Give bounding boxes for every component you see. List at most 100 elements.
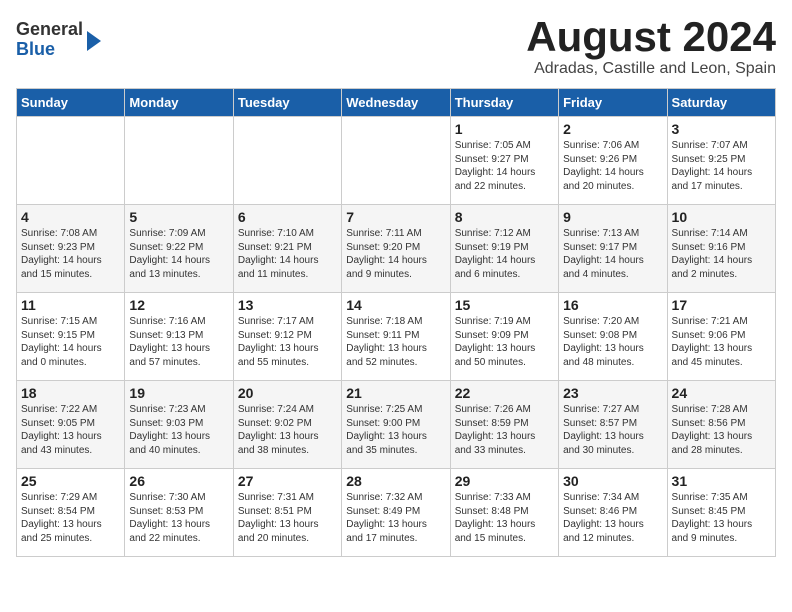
calendar-cell: 11 Sunrise: 7:15 AM Sunset: 9:15 PM Dayli… bbox=[17, 293, 125, 381]
logo-general: General bbox=[16, 20, 83, 40]
calendar-cell: 8 Sunrise: 7:12 AM Sunset: 9:19 PM Daylig… bbox=[450, 205, 558, 293]
calendar-cell: 20 Sunrise: 7:24 AM Sunset: 9:02 PM Dayli… bbox=[233, 381, 341, 469]
calendar-cell: 16 Sunrise: 7:20 AM Sunset: 9:08 PM Dayli… bbox=[559, 293, 667, 381]
day-number: 31 bbox=[672, 473, 771, 489]
calendar-cell: 2Sunrise: 7:06 AM Sunset: 9:26 PM Daylig… bbox=[559, 117, 667, 205]
cell-content: Sunrise: 7:25 AM Sunset: 9:00 PM Dayligh… bbox=[346, 403, 445, 457]
calendar-cell: 4 Sunrise: 7:08 AM Sunset: 9:23 PM Daylig… bbox=[17, 205, 125, 293]
calendar-cell: 1Sunrise: 7:05 AM Sunset: 9:27 PM Daylig… bbox=[450, 117, 558, 205]
calendar-week-3: 11 Sunrise: 7:15 AM Sunset: 9:15 PM Dayli… bbox=[17, 293, 776, 381]
day-number: 6 bbox=[238, 209, 337, 225]
calendar-cell: 15Sunrise: 7:19 AM Sunset: 9:09 PM Dayli… bbox=[450, 293, 558, 381]
cell-content: Sunrise: 7:35 AM Sunset: 8:45 PM Dayligh… bbox=[672, 491, 771, 545]
cell-content: Sunrise: 7:28 AM Sunset: 8:56 PM Dayligh… bbox=[672, 403, 771, 457]
calendar-cell: 30 Sunrise: 7:34 AM Sunset: 8:46 PM Dayli… bbox=[559, 469, 667, 557]
cell-content: Sunrise: 7:11 AM Sunset: 9:20 PM Dayligh… bbox=[346, 227, 445, 281]
day-number: 23 bbox=[563, 385, 662, 401]
logo-arrow-icon bbox=[87, 31, 101, 51]
cell-content: Sunrise: 7:17 AM Sunset: 9:12 PM Dayligh… bbox=[238, 315, 337, 369]
cell-content: Sunrise: 7:16 AM Sunset: 9:13 PM Dayligh… bbox=[129, 315, 228, 369]
day-header-wednesday: Wednesday bbox=[342, 89, 450, 117]
calendar-table: SundayMondayTuesdayWednesdayThursdayFrid… bbox=[16, 88, 776, 557]
calendar-cell bbox=[342, 117, 450, 205]
cell-content: Sunrise: 7:13 AM Sunset: 9:17 PM Dayligh… bbox=[563, 227, 662, 281]
calendar-cell: 6 Sunrise: 7:10 AM Sunset: 9:21 PM Daylig… bbox=[233, 205, 341, 293]
cell-content: Sunrise: 7:09 AM Sunset: 9:22 PM Dayligh… bbox=[129, 227, 228, 281]
calendar-cell: 23 Sunrise: 7:27 AM Sunset: 8:57 PM Dayli… bbox=[559, 381, 667, 469]
day-number: 7 bbox=[346, 209, 445, 225]
calendar-week-5: 25 Sunrise: 7:29 AM Sunset: 8:54 PM Dayli… bbox=[17, 469, 776, 557]
calendar-cell bbox=[17, 117, 125, 205]
calendar-cell bbox=[125, 117, 233, 205]
calendar-cell: 3Sunrise: 7:07 AM Sunset: 9:25 PM Daylig… bbox=[667, 117, 775, 205]
cell-content: Sunrise: 7:24 AM Sunset: 9:02 PM Dayligh… bbox=[238, 403, 337, 457]
day-number: 12 bbox=[129, 297, 228, 313]
cell-content: Sunrise: 7:06 AM Sunset: 9:26 PM Dayligh… bbox=[563, 139, 662, 193]
cell-content: Sunrise: 7:27 AM Sunset: 8:57 PM Dayligh… bbox=[563, 403, 662, 457]
location-title: Adradas, Castille and Leon, Spain bbox=[526, 60, 776, 78]
day-header-tuesday: Tuesday bbox=[233, 89, 341, 117]
day-header-monday: Monday bbox=[125, 89, 233, 117]
cell-content: Sunrise: 7:20 AM Sunset: 9:08 PM Dayligh… bbox=[563, 315, 662, 369]
day-number: 13 bbox=[238, 297, 337, 313]
day-number: 8 bbox=[455, 209, 554, 225]
calendar-cell: 10Sunrise: 7:14 AM Sunset: 9:16 PM Dayli… bbox=[667, 205, 775, 293]
cell-content: Sunrise: 7:30 AM Sunset: 8:53 PM Dayligh… bbox=[129, 491, 228, 545]
logo: General Blue bbox=[16, 20, 101, 60]
calendar-week-2: 4 Sunrise: 7:08 AM Sunset: 9:23 PM Daylig… bbox=[17, 205, 776, 293]
day-number: 16 bbox=[563, 297, 662, 313]
calendar-cell bbox=[233, 117, 341, 205]
cell-content: Sunrise: 7:15 AM Sunset: 9:15 PM Dayligh… bbox=[21, 315, 120, 369]
calendar-cell: 12 Sunrise: 7:16 AM Sunset: 9:13 PM Dayli… bbox=[125, 293, 233, 381]
day-number: 30 bbox=[563, 473, 662, 489]
cell-content: Sunrise: 7:10 AM Sunset: 9:21 PM Dayligh… bbox=[238, 227, 337, 281]
title-area: August 2024 Adradas, Castille and Leon, … bbox=[526, 16, 776, 78]
cell-content: Sunrise: 7:12 AM Sunset: 9:19 PM Dayligh… bbox=[455, 227, 554, 281]
day-number: 15 bbox=[455, 297, 554, 313]
logo-text: General Blue bbox=[16, 20, 83, 60]
calendar-week-4: 18 Sunrise: 7:22 AM Sunset: 9:05 PM Dayli… bbox=[17, 381, 776, 469]
calendar-cell: 17Sunrise: 7:21 AM Sunset: 9:06 PM Dayli… bbox=[667, 293, 775, 381]
cell-content: Sunrise: 7:29 AM Sunset: 8:54 PM Dayligh… bbox=[21, 491, 120, 545]
calendar-cell: 5Sunrise: 7:09 AM Sunset: 9:22 PM Daylig… bbox=[125, 205, 233, 293]
day-number: 3 bbox=[672, 121, 771, 137]
day-number: 14 bbox=[346, 297, 445, 313]
cell-content: Sunrise: 7:33 AM Sunset: 8:48 PM Dayligh… bbox=[455, 491, 554, 545]
calendar-cell: 27Sunrise: 7:31 AM Sunset: 8:51 PM Dayli… bbox=[233, 469, 341, 557]
day-number: 20 bbox=[238, 385, 337, 401]
cell-content: Sunrise: 7:08 AM Sunset: 9:23 PM Dayligh… bbox=[21, 227, 120, 281]
cell-content: Sunrise: 7:22 AM Sunset: 9:05 PM Dayligh… bbox=[21, 403, 120, 457]
day-number: 25 bbox=[21, 473, 120, 489]
calendar-cell: 28Sunrise: 7:32 AM Sunset: 8:49 PM Dayli… bbox=[342, 469, 450, 557]
day-number: 11 bbox=[21, 297, 120, 313]
calendar-week-1: 1Sunrise: 7:05 AM Sunset: 9:27 PM Daylig… bbox=[17, 117, 776, 205]
day-header-thursday: Thursday bbox=[450, 89, 558, 117]
day-number: 26 bbox=[129, 473, 228, 489]
day-number: 18 bbox=[21, 385, 120, 401]
day-header-saturday: Saturday bbox=[667, 89, 775, 117]
calendar-cell: 31 Sunrise: 7:35 AM Sunset: 8:45 PM Dayli… bbox=[667, 469, 775, 557]
cell-content: Sunrise: 7:32 AM Sunset: 8:49 PM Dayligh… bbox=[346, 491, 445, 545]
calendar-cell: 13 Sunrise: 7:17 AM Sunset: 9:12 PM Dayli… bbox=[233, 293, 341, 381]
calendar-cell: 24 Sunrise: 7:28 AM Sunset: 8:56 PM Dayli… bbox=[667, 381, 775, 469]
day-number: 19 bbox=[129, 385, 228, 401]
cell-content: Sunrise: 7:21 AM Sunset: 9:06 PM Dayligh… bbox=[672, 315, 771, 369]
calendar-cell: 18 Sunrise: 7:22 AM Sunset: 9:05 PM Dayli… bbox=[17, 381, 125, 469]
cell-content: Sunrise: 7:05 AM Sunset: 9:27 PM Dayligh… bbox=[455, 139, 554, 193]
day-header-friday: Friday bbox=[559, 89, 667, 117]
day-number: 4 bbox=[21, 209, 120, 225]
calendar-cell: 9Sunrise: 7:13 AM Sunset: 9:17 PM Daylig… bbox=[559, 205, 667, 293]
day-number: 24 bbox=[672, 385, 771, 401]
logo-blue: Blue bbox=[16, 40, 83, 60]
cell-content: Sunrise: 7:23 AM Sunset: 9:03 PM Dayligh… bbox=[129, 403, 228, 457]
cell-content: Sunrise: 7:34 AM Sunset: 8:46 PM Dayligh… bbox=[563, 491, 662, 545]
cell-content: Sunrise: 7:31 AM Sunset: 8:51 PM Dayligh… bbox=[238, 491, 337, 545]
calendar-cell: 7 Sunrise: 7:11 AM Sunset: 9:20 PM Daylig… bbox=[342, 205, 450, 293]
calendar-cell: 25 Sunrise: 7:29 AM Sunset: 8:54 PM Dayli… bbox=[17, 469, 125, 557]
calendar-cell: 14Sunrise: 7:18 AM Sunset: 9:11 PM Dayli… bbox=[342, 293, 450, 381]
month-title: August 2024 bbox=[526, 16, 776, 58]
page-header: General Blue August 2024 Adradas, Castil… bbox=[16, 16, 776, 78]
calendar-cell: 26 Sunrise: 7:30 AM Sunset: 8:53 PM Dayli… bbox=[125, 469, 233, 557]
calendar-cell: 29Sunrise: 7:33 AM Sunset: 8:48 PM Dayli… bbox=[450, 469, 558, 557]
calendar-cell: 19 Sunrise: 7:23 AM Sunset: 9:03 PM Dayli… bbox=[125, 381, 233, 469]
